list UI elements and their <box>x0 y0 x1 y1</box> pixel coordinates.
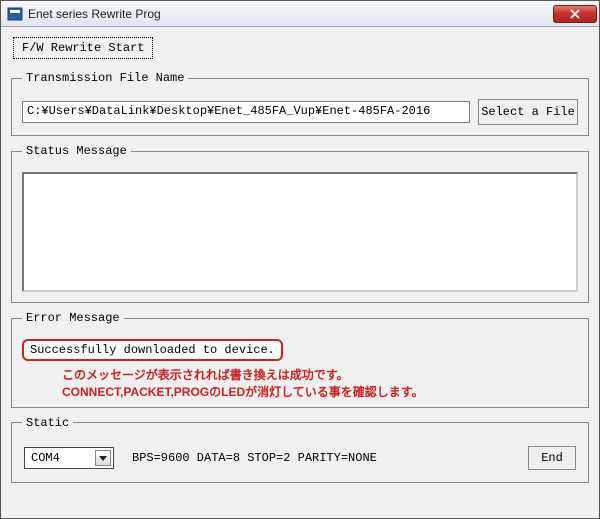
file-path-input[interactable]: C:¥Users¥DataLink¥Desktop¥Enet_485FA_Vup… <box>22 101 470 123</box>
transmission-legend: Transmission File Name <box>22 71 188 85</box>
select-file-button[interactable]: Select a File <box>478 99 578 125</box>
file-row: C:¥Users¥DataLink¥Desktop¥Enet_485FA_Vup… <box>22 99 578 125</box>
status-textarea[interactable] <box>22 172 578 292</box>
app-icon <box>7 6 23 22</box>
app-window: Enet series Rewrite Prog F/W Rewrite Sta… <box>0 0 600 519</box>
status-group: Status Message <box>11 144 589 303</box>
end-button[interactable]: End <box>528 446 576 470</box>
error-message-text: Successfully downloaded to device. <box>22 339 283 361</box>
client-area: F/W Rewrite Start Transmission File Name… <box>1 27 599 518</box>
close-button[interactable] <box>553 5 597 23</box>
error-legend: Error Message <box>22 311 124 325</box>
static-legend: Static <box>22 416 73 430</box>
static-row: COM4 BPS=9600 DATA=8 STOP=2 PARITY=NONE … <box>22 444 578 472</box>
status-legend: Status Message <box>22 144 131 158</box>
error-group: Error Message Successfully downloaded to… <box>11 311 589 408</box>
annotation-line-2: CONNECT,PACKET,PROGのLEDが消灯している事を確認します。 <box>62 384 578 401</box>
chevron-down-icon <box>95 450 111 466</box>
static-group: Static COM4 BPS=9600 DATA=8 STOP=2 PARIT… <box>11 416 589 483</box>
com-port-value: COM4 <box>31 451 60 465</box>
rewrite-start-button[interactable]: F/W Rewrite Start <box>13 37 153 59</box>
annotation-line-1: このメッセージが表示されれば書き換えは成功です。 <box>62 367 578 384</box>
window-title: Enet series Rewrite Prog <box>28 7 553 21</box>
annotation-text: このメッセージが表示されれば書き換えは成功です。 CONNECT,PACKET,… <box>62 367 578 401</box>
titlebar: Enet series Rewrite Prog <box>1 1 599 27</box>
serial-params-text: BPS=9600 DATA=8 STOP=2 PARITY=NONE <box>132 451 377 465</box>
transmission-group: Transmission File Name C:¥Users¥DataLink… <box>11 71 589 136</box>
com-port-select[interactable]: COM4 <box>24 447 114 469</box>
